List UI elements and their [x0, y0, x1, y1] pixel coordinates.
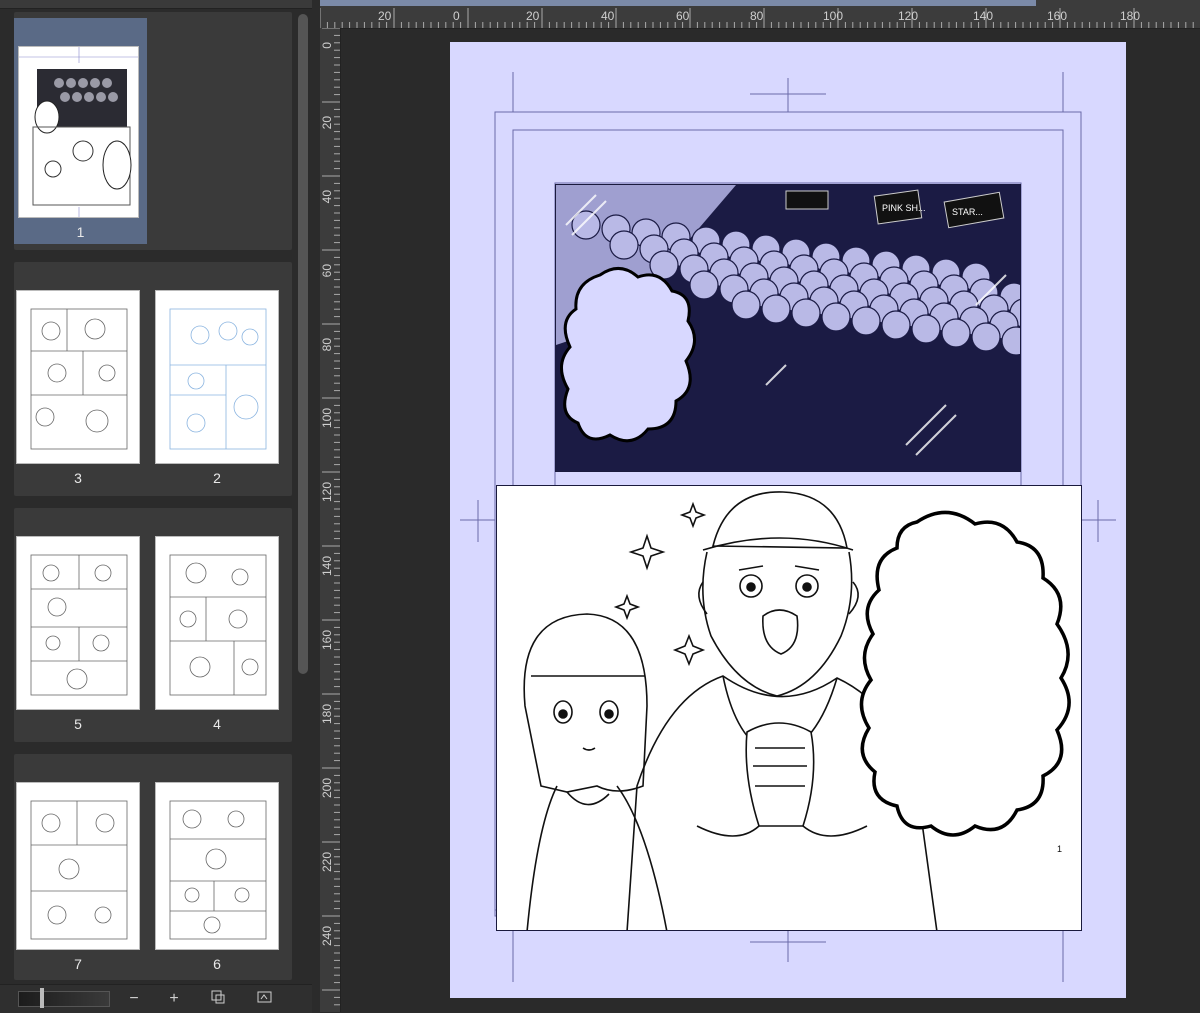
shelf-sign-pink: PINK SH... — [882, 203, 926, 213]
ruler-tick-label: 20 — [378, 9, 392, 23]
page-number-label: 6 — [213, 956, 221, 972]
page-thumbnail-5[interactable]: 5 — [14, 534, 142, 738]
ruler-tick-label: 20 — [320, 116, 334, 130]
page-manager-panel: 1 3 2 5 4 7 6 − + — [0, 0, 312, 1013]
ruler-tick-label: 40 — [320, 190, 334, 204]
ruler-tick-label: 20 — [526, 9, 540, 23]
horizontal-ruler: 20 0 20 40 60 80 100 120 140 160 180 — [320, 0, 1200, 29]
page-manager-header — [0, 0, 312, 9]
page-settings-icon[interactable] — [208, 989, 228, 1009]
panel-1-store-shelves[interactable]: PINK SH... STAR... — [555, 184, 1021, 472]
page-group-2: 3 2 — [14, 262, 292, 496]
melon-shape — [941, 318, 971, 348]
page-6-preview — [155, 782, 279, 950]
page-1-preview — [18, 46, 139, 218]
melon-shape — [971, 322, 1001, 352]
melon-shape — [761, 294, 791, 324]
page-thumbnail-1[interactable]: 1 — [14, 18, 147, 244]
ruler-tick-label: 200 — [320, 778, 334, 799]
melon-shape — [881, 310, 911, 340]
page-number-label: 7 — [74, 956, 82, 972]
page-number-label: 3 — [74, 470, 82, 486]
panel-2-characters[interactable]: 1 — [496, 485, 1082, 931]
melon-shape — [791, 298, 821, 328]
page-number-label: 1 — [76, 224, 85, 240]
page-number-label: 2 — [213, 470, 221, 486]
melon-shape — [821, 302, 851, 332]
ruler-tick-label: 100 — [823, 9, 844, 23]
ruler-tick-label: 220 — [320, 852, 334, 873]
ruler-tick-label: 60 — [320, 264, 334, 278]
export-pages-icon[interactable] — [254, 989, 276, 1009]
page-manager-toolbar: − + — [0, 984, 312, 1013]
ruler-tick-label: 80 — [320, 338, 334, 352]
page-7-preview — [16, 782, 140, 950]
speech-bubble-left[interactable] — [560, 265, 700, 453]
ruler-tick-label: 120 — [898, 9, 919, 23]
page-thumbnail-6[interactable]: 6 — [153, 780, 281, 978]
shelf-sign-star: STAR... — [952, 207, 983, 217]
page-number-mark: 1 — [1057, 844, 1062, 854]
ruler-tick-label: 160 — [320, 630, 334, 651]
page-group-3: 5 4 — [14, 508, 292, 742]
ruler-tick-label: 40 — [601, 9, 615, 23]
ruler-tick-label: 100 — [320, 408, 334, 429]
page-group-4: 7 6 — [14, 754, 292, 980]
page-5-preview — [16, 536, 140, 710]
ruler-tick-label: 0 — [453, 9, 460, 23]
page-thumbnail-7[interactable]: 7 — [14, 780, 142, 978]
page-3-preview — [16, 290, 140, 464]
page-thumbnail-3[interactable]: 3 — [14, 288, 142, 492]
melon-shape — [851, 306, 881, 336]
ruler-tick-label: 0 — [320, 42, 334, 49]
ruler-tick-label: 60 — [676, 9, 690, 23]
melon-shape — [911, 314, 941, 344]
thumbnail-size-slider[interactable] — [18, 991, 110, 1007]
melon-shape — [609, 230, 639, 260]
ruler-tick-label: 140 — [320, 556, 334, 577]
page-2-preview — [155, 290, 279, 464]
melon-shape — [731, 290, 761, 320]
page-group-1: 1 — [14, 12, 292, 250]
thumbnail-size-slider-knob[interactable] — [40, 988, 44, 1008]
ruler-tick-label: 240 — [320, 926, 334, 947]
manga-page[interactable]: PINK SH... STAR... 1 — [450, 42, 1126, 998]
ruler-tick-label: 160 — [1047, 9, 1068, 23]
vertical-ruler: 0 20 40 60 80 100 120 140 160 180 200 22… — [320, 28, 341, 1012]
ruler-tick-label: 80 — [750, 9, 764, 23]
page-list-scrollbar-thumb[interactable] — [298, 14, 308, 674]
speech-bubble-right[interactable] — [857, 506, 1082, 842]
page-thumbnail-4[interactable]: 4 — [153, 534, 281, 738]
ruler-tick-label: 180 — [1120, 9, 1141, 23]
drawing-canvas[interactable]: PINK SH... STAR... 1 — [341, 29, 1200, 1012]
zoom-out-button[interactable]: − — [124, 989, 144, 1009]
ruler-tick-label: 140 — [973, 9, 994, 23]
page-number-label: 5 — [74, 716, 82, 732]
ruler-tick-label: 180 — [320, 704, 334, 725]
page-4-preview — [155, 536, 279, 710]
ruler-tick-label: 120 — [320, 482, 334, 503]
page-number-label: 4 — [213, 716, 221, 732]
page-thumbnail-2[interactable]: 2 — [153, 288, 281, 492]
zoom-in-button[interactable]: + — [164, 989, 184, 1009]
